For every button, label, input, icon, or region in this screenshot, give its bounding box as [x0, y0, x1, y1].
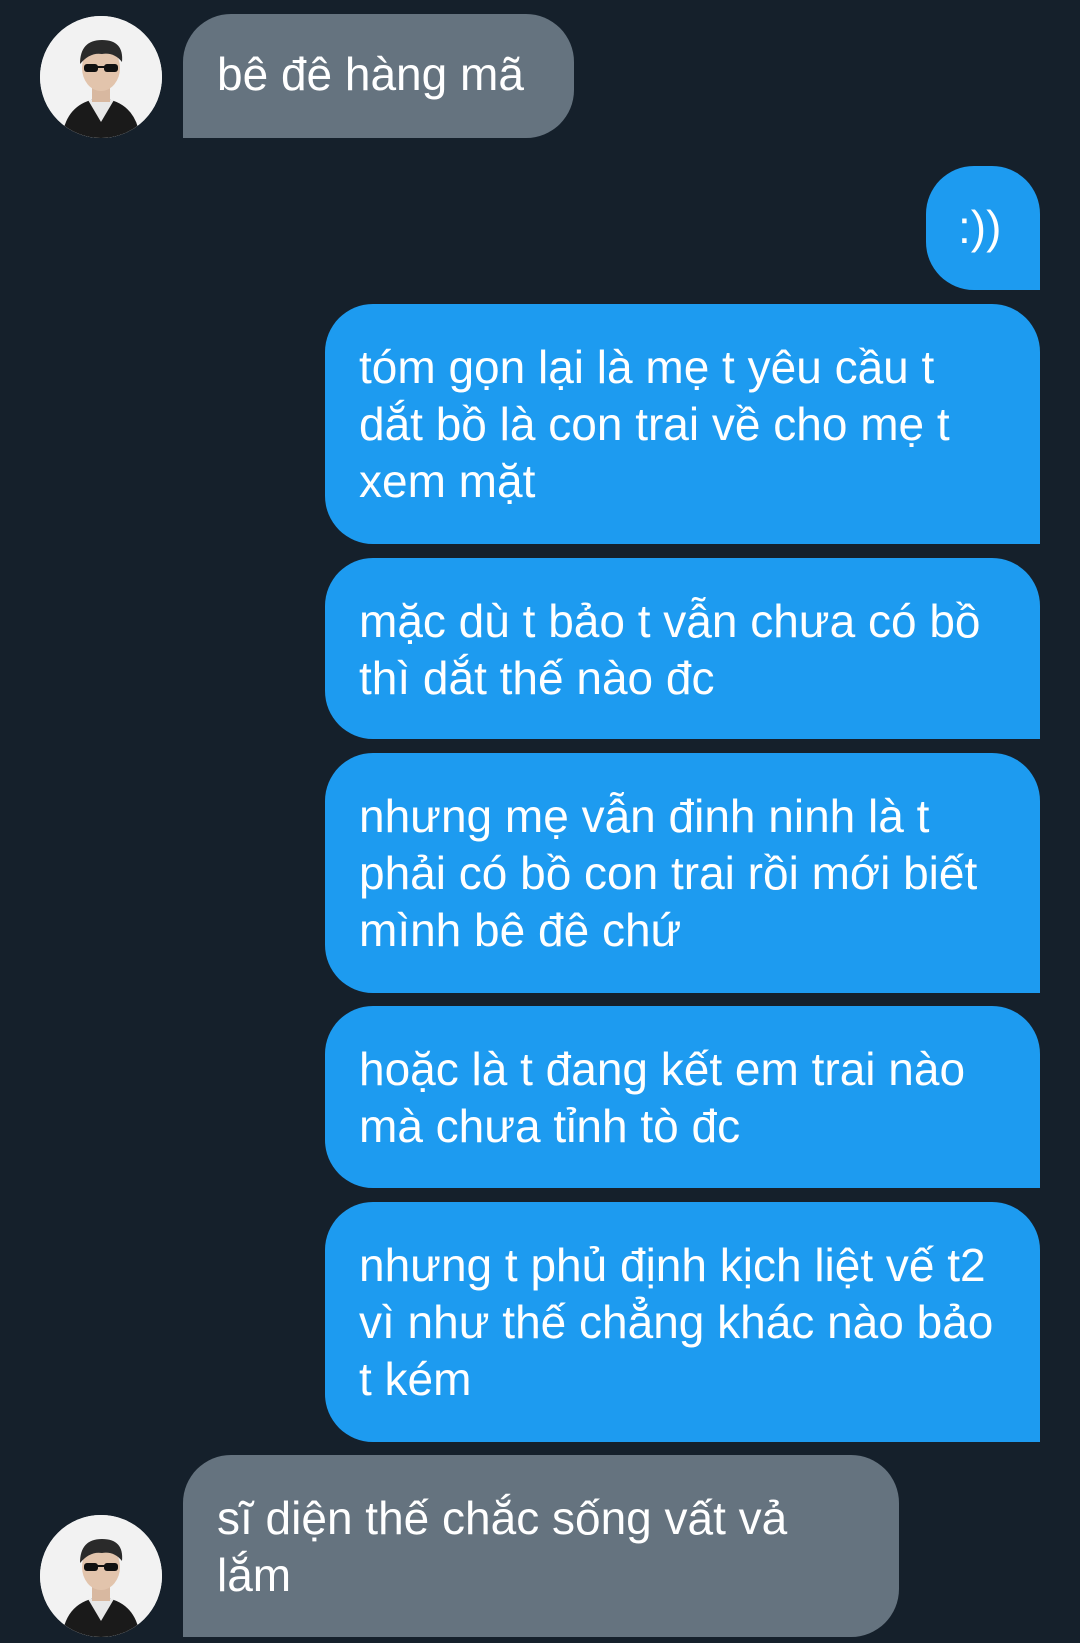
outgoing-message-bubble[interactable]: nhưng mẹ vẫn đinh ninh là t phải có bồ c… [325, 753, 1040, 993]
outgoing-message-bubble[interactable]: nhưng t phủ định kịch liệt vế t2 vì như … [325, 1202, 1040, 1442]
avatar-photo-icon [40, 1515, 162, 1637]
avatar[interactable] [40, 1515, 162, 1637]
incoming-message-bubble[interactable]: sĩ diện thế chắc sống vất vả lắm [183, 1455, 899, 1637]
avatar[interactable] [40, 16, 162, 138]
outgoing-message-bubble[interactable]: tóm gọn lại là mẹ t yêu cầu t dắt bồ là … [325, 304, 1040, 544]
outgoing-message-bubble[interactable]: hoặc là t đang kết em trai nào mà chưa t… [325, 1006, 1040, 1188]
incoming-message-bubble[interactable]: bê đê hàng mã [183, 14, 574, 138]
outgoing-message-bubble[interactable]: :)) [926, 166, 1040, 290]
avatar-photo-icon [40, 16, 162, 138]
outgoing-message-bubble[interactable]: mặc dù t bảo t vẫn chưa có bồ thì dắt th… [325, 558, 1040, 739]
